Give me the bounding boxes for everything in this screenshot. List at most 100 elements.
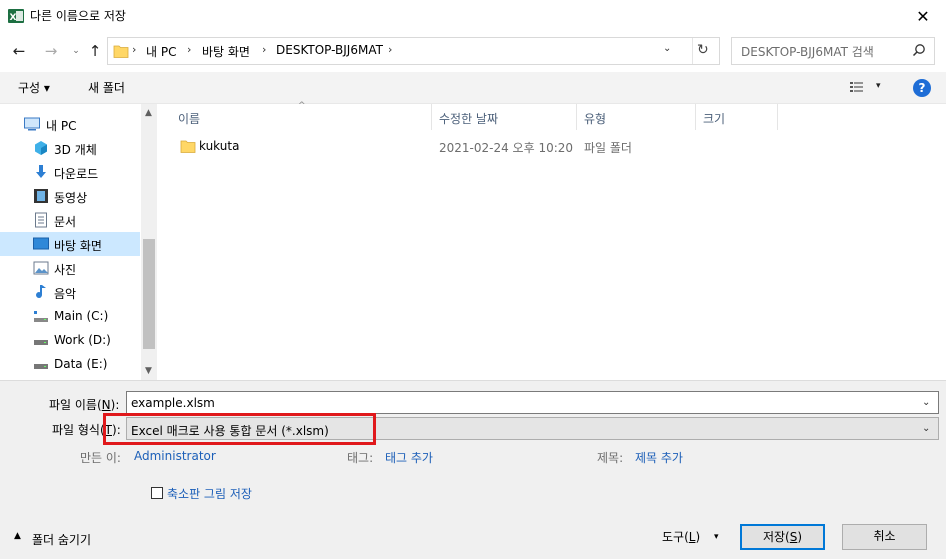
navigation-scrollbar[interactable]: ▲ ▼ [141, 104, 157, 380]
sidebar-item-label: Data (E:) [54, 357, 108, 371]
picture-icon [33, 260, 49, 276]
scroll-up-icon[interactable]: ▲ [145, 108, 152, 118]
sidebar-item-label: 동영상 [54, 191, 88, 205]
filename-input[interactable]: example.xlsm ⌄ [126, 391, 939, 414]
view-options-icon[interactable] [850, 81, 868, 93]
title-label: 제목: [597, 451, 624, 465]
sidebar-item-desktop[interactable]: 바탕 화면 [0, 232, 140, 256]
folder-icon [113, 43, 129, 59]
up-button[interactable]: ↑ [86, 42, 104, 60]
sidebar-item-videos[interactable]: 동영상 [0, 184, 140, 208]
scroll-down-icon[interactable]: ▼ [145, 366, 152, 376]
column-header-label: 이름 [178, 112, 201, 126]
save-form: 파일 이름(N): example.xlsm ⌄ 파일 형식(T): Excel… [0, 380, 946, 559]
forward-button[interactable]: → [42, 42, 60, 60]
filename-label: 파일 이름(N): [49, 398, 120, 412]
chevron-down-icon: ⌄ [72, 46, 80, 56]
divider [692, 38, 693, 64]
sidebar-item-label: 내 PC [46, 119, 77, 133]
sidebar-item-drive-e[interactable]: Data (E:) [0, 352, 140, 376]
sidebar-item-label: Main (C:) [54, 309, 109, 323]
arrow-up-icon: ↑ [88, 42, 102, 60]
sidebar-item-3d-objects[interactable]: 3D 개체 [0, 136, 140, 160]
author-value[interactable]: Administrator [134, 449, 216, 463]
file-date: 2021-02-24 오후 10:20 [439, 141, 574, 155]
sidebar-item-label: 바탕 화면 [54, 239, 102, 253]
recent-locations-button[interactable]: ⌄ [67, 42, 85, 60]
window-title: 다른 이름으로 저장 [30, 9, 126, 23]
breadcrumb-separator-icon: › [132, 43, 137, 56]
refresh-icon[interactable]: ↻ [697, 42, 709, 58]
column-header-type[interactable]: 유형 [577, 104, 696, 130]
pc-icon [24, 116, 40, 132]
sidebar-item-label: 다운로드 [54, 167, 99, 181]
drive-icon [33, 308, 49, 324]
help-button[interactable]: ? [913, 79, 931, 97]
breadcrumb-desktop[interactable]: 바탕 화면 [202, 43, 250, 60]
save-thumbnail-checkbox[interactable] [151, 487, 163, 499]
music-icon [33, 284, 49, 300]
hide-folders-button[interactable]: ▲ 폴더 숨기기 [14, 531, 114, 547]
breadcrumb-computer[interactable]: DESKTOP-BJJ6MAT [276, 43, 383, 57]
file-list: 이름 ^ 수정한 날짜 유형 크기 kukuta 2021-02-24 오후 1… [158, 101, 946, 380]
document-icon [33, 212, 49, 228]
scrollbar-thumb[interactable] [143, 239, 155, 349]
title-bar: X 다른 이름으로 저장 ✕ [0, 0, 946, 32]
annotation-highlight-box [103, 413, 376, 445]
sidebar-item-label: Work (D:) [54, 333, 111, 347]
filename-value: example.xlsm [131, 396, 215, 410]
close-icon: ✕ [916, 6, 930, 26]
breadcrumb-separator-icon: › [262, 43, 267, 56]
excel-icon: X [8, 8, 24, 24]
back-button[interactable]: ← [10, 42, 28, 60]
column-header-size[interactable]: 크기 [696, 104, 778, 130]
chevron-down-icon[interactable]: ▾ [714, 532, 719, 542]
author-label: 만든 이: [80, 451, 121, 465]
organize-button[interactable]: 구성 ▾ [18, 79, 50, 96]
chevron-down-icon[interactable]: ⌄ [922, 423, 930, 434]
breadcrumb-pc[interactable]: 내 PC [146, 43, 176, 60]
drive-icon [33, 356, 49, 372]
arrow-left-icon: ← [12, 42, 26, 60]
hide-folders-label: 폴더 숨기기 [32, 533, 92, 547]
chevron-down-icon[interactable]: ⌄ [663, 43, 671, 54]
sidebar-item-drive-d[interactable]: Work (D:) [0, 328, 140, 352]
sidebar-item-pictures[interactable]: 사진 [0, 256, 140, 280]
chevron-up-icon: ▲ [14, 531, 21, 541]
column-header-name[interactable]: 이름 ^ [158, 101, 432, 130]
svg-text:X: X [10, 13, 17, 23]
close-button[interactable]: ✕ [900, 0, 946, 32]
video-icon [33, 188, 49, 204]
tags-label: 태그: [347, 451, 374, 465]
search-placeholder: DESKTOP-BJJ6MAT 검색 [741, 45, 874, 59]
sidebar-item-downloads[interactable]: 다운로드 [0, 160, 140, 184]
tools-button[interactable]: 도구(L) [662, 528, 700, 545]
drive-icon [33, 332, 49, 348]
breadcrumb-separator-icon: › [388, 43, 393, 56]
title-value[interactable]: 제목 추가 [635, 449, 683, 466]
tags-value[interactable]: 태그 추가 [385, 449, 433, 466]
sidebar-item-this-pc[interactable]: 내 PC [0, 112, 140, 136]
navigation-pane: 내 PC 3D 개체 다운로드 동영상 문서 바탕 화면 사진 음악 Main … [0, 104, 157, 380]
sort-ascending-icon: ^ [298, 101, 306, 111]
sidebar-item-documents[interactable]: 문서 [0, 208, 140, 232]
new-folder-button[interactable]: 새 폴더 [88, 79, 125, 96]
sidebar-item-drive-c[interactable]: Main (C:) [0, 304, 140, 328]
address-bar[interactable]: › 내 PC › 바탕 화면 › DESKTOP-BJJ6MAT › ⌄ ↻ [107, 37, 720, 65]
search-box[interactable]: DESKTOP-BJJ6MAT 검색 [731, 37, 935, 65]
save-thumbnail-label[interactable]: 축소판 그림 저장 [167, 485, 252, 502]
sidebar-item-label: 문서 [54, 215, 77, 229]
sidebar-item-label: 사진 [54, 263, 77, 277]
save-button[interactable]: 저장(S) [740, 524, 825, 550]
desktop-icon [33, 236, 49, 252]
file-row[interactable]: kukuta 2021-02-24 오후 10:20 파일 폴더 [158, 134, 778, 158]
cancel-button[interactable]: 취소 [842, 524, 927, 550]
file-type: 파일 폴더 [584, 141, 632, 155]
download-icon [33, 164, 49, 180]
sidebar-item-label: 음악 [54, 287, 77, 301]
chevron-down-icon[interactable]: ▾ [876, 81, 881, 91]
command-bar: 구성 ▾ 새 폴더 ▾ ? [0, 72, 946, 104]
sidebar-item-music[interactable]: 음악 [0, 280, 140, 304]
chevron-down-icon[interactable]: ⌄ [922, 397, 930, 408]
column-header-date[interactable]: 수정한 날짜 [432, 104, 577, 130]
